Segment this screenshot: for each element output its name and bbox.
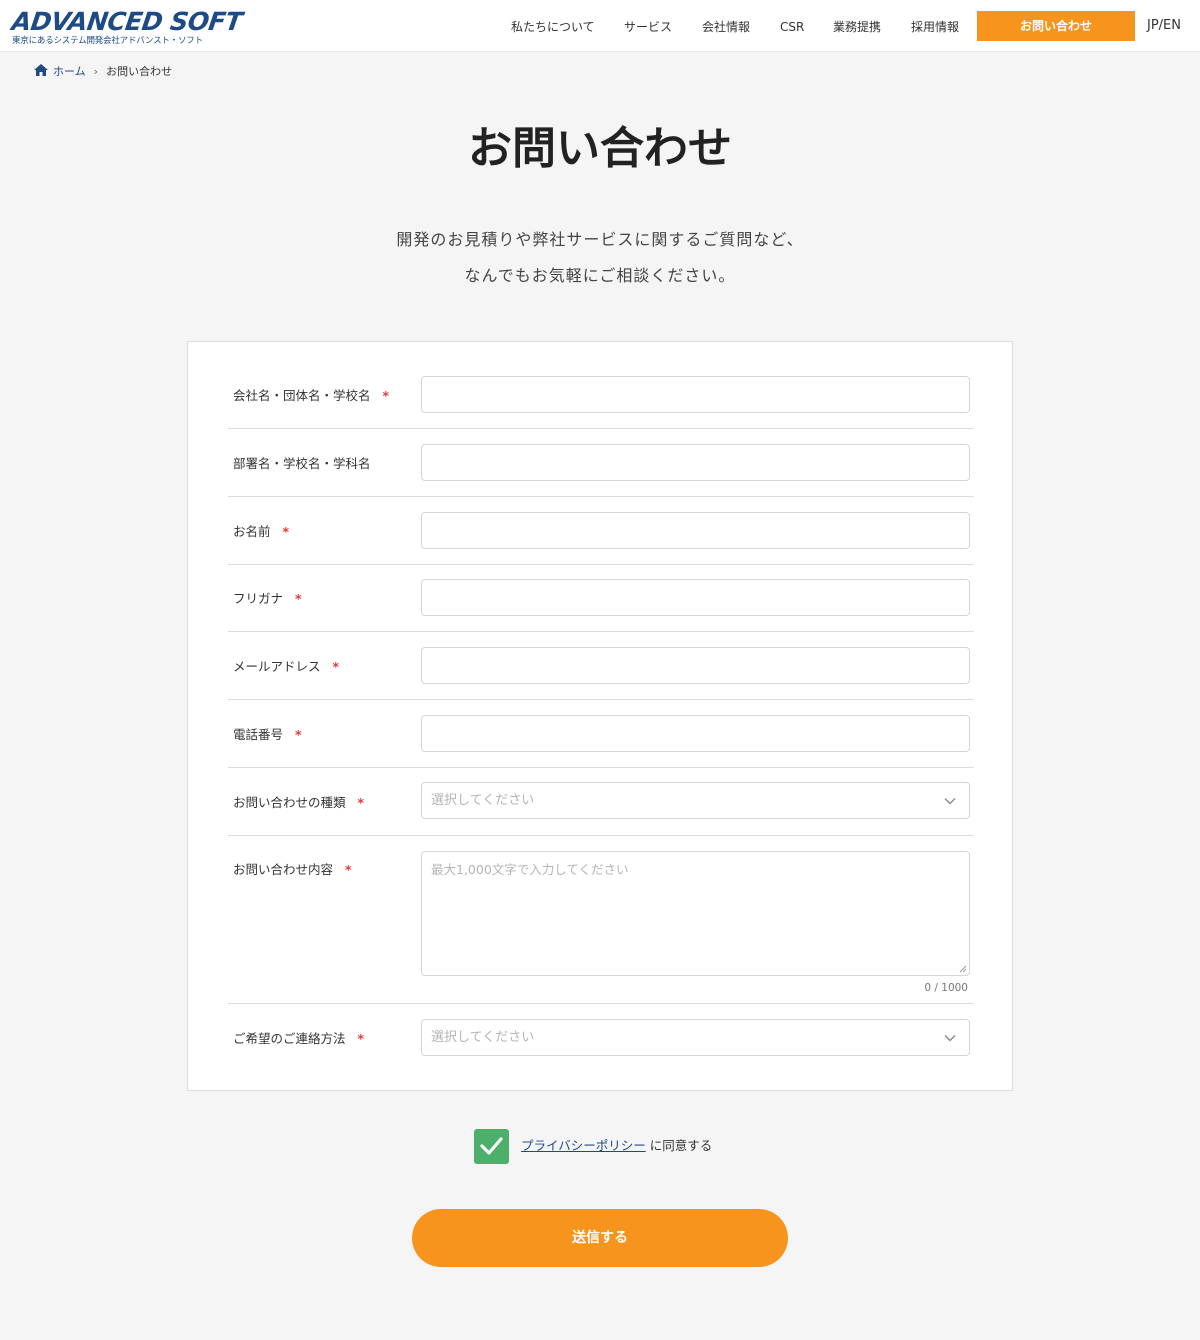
inquiry-type-label: お問い合わせの種類 *: [233, 795, 365, 810]
inquiry-content-textarea[interactable]: 最大1,000文字で入力してください: [421, 851, 970, 976]
form-row-inquiry-type: お問い合わせの種類 * 選択してください: [228, 768, 974, 836]
home-icon[interactable]: [33, 63, 49, 77]
company-label: 会社名・団体名・学校名 *: [233, 388, 390, 403]
form-row-company: 会社名・団体名・学校名 *: [228, 361, 974, 429]
form-row-phone: 電話番号 *: [228, 700, 974, 768]
contact-method-select[interactable]: 選択してください: [421, 1019, 970, 1056]
name-field-box: [421, 512, 970, 549]
page-title: お問い合わせ: [468, 123, 732, 174]
inquiry-type-placeholder: 選択してください: [431, 793, 535, 808]
privacy-policy-link[interactable]: プライバシーポリシー: [521, 1138, 646, 1153]
lead-line-2: なんでもお気軽にご相談ください。: [464, 266, 736, 285]
furigana-field-box: [421, 579, 970, 616]
logo-tagline: 東京にあるシステム開発会社アドバンスト・ソフト: [12, 36, 203, 46]
breadcrumb: ホーム › お問い合わせ: [33, 63, 172, 81]
character-counter: 0 / 1000: [924, 982, 968, 994]
site-header: ADVANCED SOFT 東京にあるシステム開発会社アドバンスト・ソフト 私た…: [0, 0, 1200, 52]
furigana-input[interactable]: [422, 580, 969, 615]
privacy-agree-suffix: に同意する: [649, 1138, 713, 1153]
check-icon: [480, 1137, 503, 1155]
email-label: メールアドレス *: [233, 659, 340, 674]
company-field-box: [421, 376, 970, 413]
email-input[interactable]: [422, 648, 969, 683]
form-row-contact-method: ご希望のご連絡方法 * 選択してください: [228, 1004, 974, 1072]
name-input[interactable]: [422, 513, 969, 548]
phone-field-box: [421, 715, 970, 752]
breadcrumb-separator: ›: [93, 65, 99, 78]
form-row-department: 部署名・学校名・学科名: [228, 429, 974, 497]
required-mark: *: [295, 591, 302, 606]
language-switcher[interactable]: JP/EN: [1147, 18, 1181, 34]
lead-text: 開発のお見積りや弊社サービスに関するご質問など、 なんでもお気軽にご相談ください…: [0, 222, 1200, 294]
email-field-box: [421, 647, 970, 684]
phone-input[interactable]: [422, 716, 969, 751]
contact-method-label: ご希望のご連絡方法 *: [233, 1031, 365, 1046]
nav-item-csr[interactable]: CSR: [780, 19, 804, 35]
required-mark: *: [282, 524, 290, 539]
privacy-agree-text: プライバシーポリシー に同意する: [521, 1137, 712, 1155]
resize-handle-icon[interactable]: [959, 965, 967, 973]
required-mark: *: [357, 795, 365, 810]
breadcrumb-current: お問い合わせ: [106, 65, 173, 78]
required-mark: *: [345, 862, 352, 877]
inquiry-type-select[interactable]: 選択してください: [421, 782, 970, 819]
furigana-label: フリガナ *: [233, 591, 302, 606]
form-row-furigana: フリガナ *: [228, 565, 974, 632]
lead-line-1: 開発のお見積りや弊社サービスに関するご質問など、: [396, 230, 804, 249]
required-mark: *: [357, 1031, 365, 1046]
logo-wordmark: ADVANCED SOFT: [10, 7, 244, 36]
name-label: お名前 *: [233, 524, 290, 539]
form-row-email: メールアドレス *: [228, 632, 974, 700]
privacy-checkbox[interactable]: [474, 1129, 509, 1164]
nav-item-partnership[interactable]: 業務提携: [833, 19, 881, 35]
nav-item-services[interactable]: サービス: [624, 19, 672, 35]
department-label: 部署名・学校名・学科名: [233, 456, 371, 471]
required-mark: *: [295, 727, 302, 742]
nav-item-company[interactable]: 会社情報: [702, 19, 750, 35]
required-mark: *: [332, 659, 340, 674]
nav-item-recruit[interactable]: 採用情報: [911, 19, 959, 35]
required-mark: *: [382, 388, 390, 403]
company-input[interactable]: [422, 377, 969, 412]
form-row-inquiry-content: お問い合わせ内容 * 最大1,000文字で入力してください 0 / 1000: [228, 836, 974, 1004]
submit-button[interactable]: 送信する: [412, 1209, 788, 1267]
phone-label: 電話番号 *: [233, 727, 302, 742]
chevron-down-icon: [944, 798, 956, 805]
contact-method-placeholder: 選択してください: [431, 1030, 535, 1045]
form-row-name: お名前 *: [228, 497, 974, 565]
inquiry-content-label: お問い合わせ内容 *: [233, 862, 352, 877]
chevron-down-icon: [944, 1035, 956, 1042]
breadcrumb-home[interactable]: ホーム: [53, 65, 86, 78]
logo[interactable]: ADVANCED SOFT 東京にあるシステム開発会社アドバンスト・ソフト: [10, 7, 244, 48]
inquiry-content-placeholder: 最大1,000文字で入力してください: [431, 862, 629, 877]
department-input[interactable]: [422, 445, 969, 480]
nav-contact-button[interactable]: お問い合わせ: [977, 11, 1135, 41]
nav-item-about[interactable]: 私たちについて: [511, 19, 595, 35]
department-field-box: [421, 444, 970, 481]
contact-form: 会社名・団体名・学校名 * 部署名・学校名・学科名 お名前 * フリガナ * メールア…: [187, 341, 1013, 1091]
